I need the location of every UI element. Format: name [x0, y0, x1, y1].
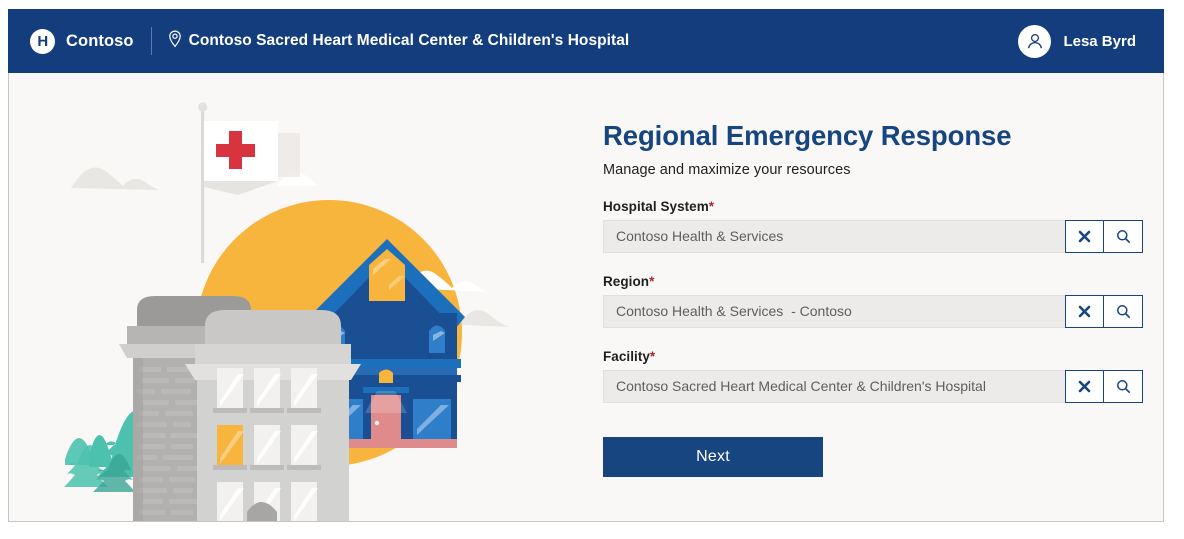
- next-button[interactable]: Next: [603, 436, 823, 477]
- location-pin-icon: [168, 29, 182, 53]
- header-facility-name: Contoso Sacred Heart Medical Center & Ch…: [188, 32, 630, 49]
- clear-x-icon-facility[interactable]: [1065, 369, 1104, 403]
- brand-name: Contoso: [66, 31, 134, 50]
- content-panel: Regional Emergency Response Manage and m…: [8, 73, 1164, 522]
- search-magnifier-icon-hospital-system[interactable]: [1104, 219, 1143, 253]
- field-label-hospital-system: Hospital System*: [603, 199, 1143, 214]
- hospital-logo-icon: H: [30, 28, 55, 54]
- field-row-hospital-system: [603, 219, 1143, 253]
- red-cross-flag-icon: [204, 121, 278, 195]
- required-asterisk: *: [649, 348, 656, 364]
- facility-input[interactable]: [603, 369, 1065, 403]
- header-facility-chip[interactable]: Contoso Sacred Heart Medical Center & Ch…: [168, 29, 630, 53]
- page-title: Regional Emergency Response: [603, 120, 1012, 151]
- field-facility: Facility*: [603, 349, 1143, 403]
- field-hospital-system: Hospital System*: [603, 199, 1143, 253]
- user-avatar-icon: [1018, 24, 1052, 58]
- brand-block[interactable]: H Contoso: [30, 28, 134, 54]
- app-header: H Contoso Contoso Sacred Heart Medical C…: [8, 9, 1164, 73]
- field-row-region: [603, 294, 1143, 328]
- hospital-system-input[interactable]: [603, 219, 1065, 253]
- user-menu[interactable]: Lesa Byrd: [1018, 24, 1144, 58]
- required-asterisk: *: [649, 273, 655, 289]
- clear-x-icon-region[interactable]: [1065, 294, 1104, 328]
- label-text: Facility: [603, 348, 650, 364]
- selection-form: Regional Emergency Response Manage and m…: [603, 120, 1143, 477]
- header-divider: [150, 27, 152, 55]
- gray-hospital-building: [185, 310, 361, 521]
- region-input[interactable]: [603, 294, 1065, 328]
- clear-x-icon-hospital-system[interactable]: [1065, 219, 1104, 253]
- user-name: Lesa Byrd: [1063, 32, 1136, 50]
- label-text: Region: [603, 273, 650, 289]
- label-text: Hospital System: [603, 198, 709, 214]
- search-magnifier-icon-facility[interactable]: [1104, 369, 1143, 403]
- cloud-left-icon: [71, 167, 159, 190]
- logo-letter: H: [37, 32, 48, 50]
- field-label-facility: Facility*: [603, 349, 1143, 364]
- flagpole: [201, 111, 205, 263]
- hospital-city-illustration: [9, 73, 569, 521]
- field-region: Region*: [603, 274, 1143, 328]
- required-asterisk: *: [708, 198, 715, 214]
- app-root: H Contoso Contoso Sacred Heart Medical C…: [0, 0, 1184, 539]
- page-subtitle: Manage and maximize your resources: [603, 161, 851, 178]
- search-magnifier-icon-region[interactable]: [1104, 294, 1143, 328]
- field-row-facility: [603, 369, 1143, 403]
- field-label-region: Region*: [603, 274, 1143, 289]
